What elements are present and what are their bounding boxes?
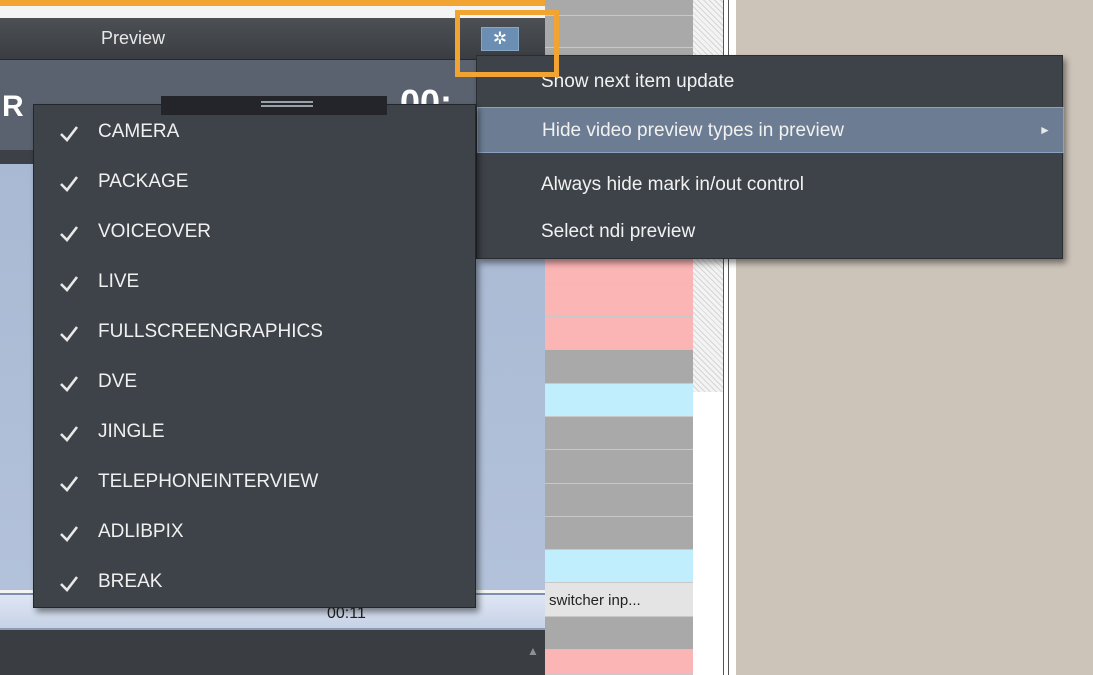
submenu-item-telephoneinterview[interactable]: TELEPHONEINTERVIEW	[34, 459, 477, 509]
menu-item-select-ndi-preview[interactable]: Select ndi preview	[477, 209, 1064, 255]
submenu-item-label: CAMERA	[98, 121, 180, 142]
submenu-item-jingle[interactable]: JINGLE	[34, 409, 477, 459]
rundown-row[interactable]	[545, 650, 693, 675]
scrollbar-thumb[interactable]	[693, 392, 723, 675]
checkmark-icon	[60, 476, 79, 492]
checkmark-icon	[60, 576, 79, 592]
submenu-item-break[interactable]: BREAK	[34, 559, 477, 609]
menu-item-label: Hide video preview types in preview	[542, 120, 845, 141]
settings-button[interactable]: ✲	[481, 27, 519, 51]
preview-header: Preview ✲	[0, 18, 545, 60]
submenu-item-fullscreengraphics[interactable]: FULLSCREENGRAPHICS	[34, 309, 477, 359]
preview-footer: ▲	[0, 630, 545, 675]
preview-title: Preview	[101, 28, 166, 48]
scroll-up-arrow-icon[interactable]: ▲	[527, 644, 539, 658]
rundown-row[interactable]	[545, 0, 693, 16]
submenu-item-label: BREAK	[98, 571, 163, 592]
menu-item-show-next-item-update[interactable]: Show next item update	[477, 59, 1064, 105]
submenu-item-label: TELEPHONEINTERVIEW	[98, 471, 319, 492]
checkmark-icon	[60, 226, 79, 242]
submenu-item-label: DVE	[98, 371, 138, 392]
rundown-row[interactable]	[545, 350, 693, 384]
checkmark-icon	[60, 326, 79, 342]
submenu-item-dve[interactable]: DVE	[34, 359, 477, 409]
submenu-item-label: PACKAGE	[98, 171, 189, 192]
rundown-row[interactable]	[545, 284, 693, 317]
submenu-item-package[interactable]: PACKAGE	[34, 159, 477, 209]
rundown-row[interactable]	[545, 550, 693, 583]
checkmark-icon	[60, 426, 79, 442]
rundown-row[interactable]	[545, 617, 693, 650]
menu-item-label: Show next item update	[541, 71, 735, 92]
item-title-text: R	[2, 90, 24, 123]
rundown-row[interactable]	[545, 317, 693, 350]
menu-item-label: Select ndi preview	[541, 221, 696, 242]
grip-line	[261, 101, 313, 103]
submenu-item-adlibpix[interactable]: ADLIBPIX	[34, 509, 477, 559]
rundown-row[interactable]	[545, 16, 693, 48]
checkmark-icon	[60, 276, 79, 292]
menu-item-label: Always hide mark in/out control	[541, 174, 804, 195]
context-menu: Show next item update Hide video preview…	[476, 55, 1064, 259]
menu-item-always-hide-mark-control[interactable]: Always hide mark in/out control	[477, 162, 1064, 208]
submenu-item-label: JINGLE	[98, 421, 165, 442]
submenu-item-camera[interactable]: CAMERA	[34, 109, 477, 159]
submenu-item-label: ADLIBPIX	[98, 521, 184, 542]
preview-types-submenu: CAMERA PACKAGE VOICEOVER LIVE FULLSCREEN…	[33, 96, 477, 609]
checkmark-icon	[60, 526, 79, 542]
gear-icon: ✲	[492, 29, 508, 48]
active-panel-accent	[0, 0, 545, 6]
checkmark-icon	[60, 176, 79, 192]
submenu-item-live[interactable]: LIVE	[34, 259, 477, 309]
submenu-item-label: VOICEOVER	[98, 221, 211, 242]
grip-line	[261, 105, 313, 107]
submenu-item-label: LIVE	[98, 271, 140, 292]
checkmark-icon	[60, 376, 79, 392]
menu-item-hide-video-preview-types[interactable]: Hide video preview types in preview ►	[477, 107, 1064, 153]
rundown-row[interactable]: switcher inp...	[545, 583, 693, 617]
rundown-row[interactable]	[545, 384, 693, 417]
checkmark-icon	[60, 126, 79, 142]
submenu-arrow-icon: ►	[1039, 123, 1051, 137]
switcher-input-text: switcher inp...	[549, 592, 641, 609]
submenu-item-voiceover[interactable]: VOICEOVER	[34, 209, 477, 259]
submenu-item-label: FULLSCREENGRAPHICS	[98, 321, 323, 342]
rundown-row[interactable]	[545, 417, 693, 450]
rundown-row[interactable]	[545, 517, 693, 550]
rundown-row[interactable]	[545, 450, 693, 484]
rundown-row[interactable]	[545, 484, 693, 517]
